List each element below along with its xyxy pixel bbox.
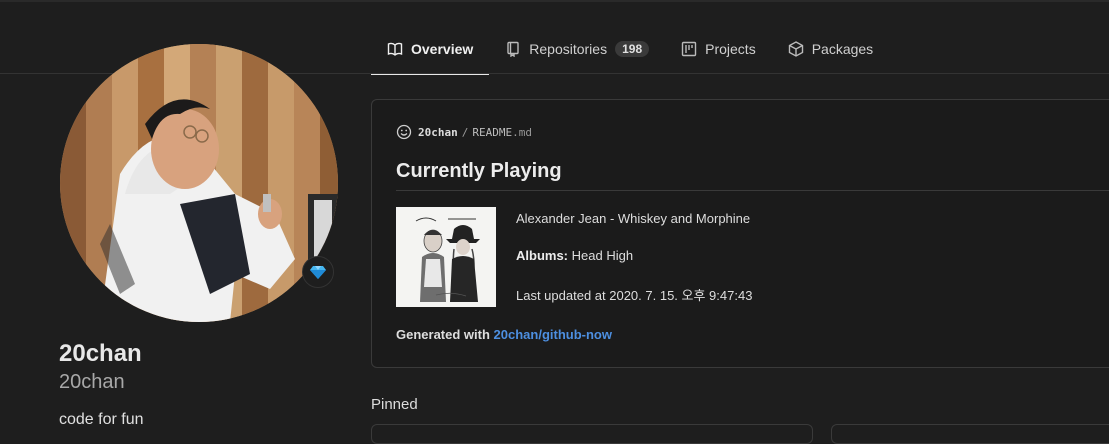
pinned-card[interactable] bbox=[831, 424, 1109, 444]
pinned-card[interactable] bbox=[371, 424, 813, 444]
tab-packages-label: Packages bbox=[811, 41, 874, 57]
tab-projects[interactable]: Projects bbox=[665, 24, 772, 74]
profile-name: 20chan bbox=[59, 340, 142, 367]
package-icon bbox=[788, 41, 803, 57]
profile-bio: code for fun bbox=[59, 411, 144, 428]
generated-line: Generated with 20chan/github-now bbox=[396, 327, 612, 342]
project-icon bbox=[681, 41, 697, 57]
avatar[interactable] bbox=[60, 44, 338, 322]
profile-tabs: Overview Repositories 198 Projects Packa… bbox=[371, 24, 889, 75]
last-updated: Last updated at 2020. 7. 15. 오후 9:47:43 bbox=[516, 288, 753, 303]
top-bar bbox=[0, 0, 1109, 2]
pinned-heading: Pinned bbox=[371, 396, 418, 413]
readme-owner-link[interactable]: 20chan bbox=[418, 126, 458, 139]
readme-filename: README bbox=[472, 125, 513, 139]
book-icon bbox=[387, 42, 403, 56]
track-title: Alexander Jean - Whiskey and Morphine bbox=[516, 211, 751, 226]
tab-packages[interactable]: Packages bbox=[772, 24, 889, 74]
repositories-count-badge: 198 bbox=[615, 41, 650, 57]
github-now-link[interactable]: 20chan/github-now bbox=[494, 327, 612, 342]
readme-heading: Currently Playing bbox=[396, 160, 562, 182]
tab-repositories-label: Repositories bbox=[529, 41, 608, 57]
smiley-icon bbox=[396, 124, 412, 140]
tab-repositories[interactable]: Repositories 198 bbox=[489, 24, 665, 74]
heading-divider bbox=[396, 190, 1109, 191]
tab-overview[interactable]: Overview bbox=[371, 24, 490, 75]
album-line: Albums: Head High bbox=[516, 248, 633, 263]
albums-label: Albums: bbox=[516, 248, 568, 263]
gem-icon bbox=[310, 266, 326, 279]
readme-extension: .md bbox=[512, 125, 532, 139]
tab-overview-label: Overview bbox=[411, 41, 474, 57]
readme-path: 20chan / README.md bbox=[396, 124, 532, 140]
tab-projects-label: Projects bbox=[705, 41, 756, 57]
album-art bbox=[396, 207, 496, 307]
album-name: Head High bbox=[571, 248, 634, 263]
profile-login: 20chan bbox=[59, 371, 125, 393]
readme-filename-link[interactable]: README.md bbox=[472, 126, 532, 139]
readme-card: 20chan / README.md Currently Playing Ale… bbox=[371, 99, 1109, 368]
repo-icon bbox=[507, 41, 519, 57]
generated-prefix: Generated with bbox=[396, 327, 490, 342]
path-separator: / bbox=[461, 125, 469, 139]
status-badge[interactable] bbox=[302, 256, 334, 288]
